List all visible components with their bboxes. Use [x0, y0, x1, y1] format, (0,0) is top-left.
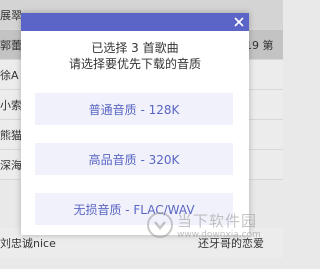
song-title: 刘忠诚nice [0, 237, 56, 250]
dialog-title-bar [21, 13, 249, 31]
song-title: 深海 [0, 158, 22, 172]
quality-128k-button[interactable]: 普通音质 - 128K [35, 93, 233, 125]
quality-320k-button[interactable]: 高品音质 - 320K [35, 143, 233, 175]
song-title: 展翠 [0, 8, 22, 22]
selected-count-text: 已选择 3 首歌曲 [91, 41, 179, 55]
choose-quality-text: 请选择要优先下载的音质 [68, 57, 201, 71]
song-title: 小索 [0, 98, 22, 112]
download-quality-dialog: 已选择 3 首歌曲 请选择要优先下载的音质 普通音质 - 128K 高品音质 -… [21, 13, 249, 235]
close-button[interactable] [232, 14, 246, 28]
song-album: 还牙哥的恋爱 [198, 237, 264, 250]
song-title: 徐A [0, 68, 19, 82]
close-icon [234, 17, 244, 27]
song-title: 郭蕾 [0, 38, 22, 52]
quality-lossless-button[interactable]: 无损音质 - FLAC/WAV [35, 193, 233, 225]
song-title: 熊猫 [0, 128, 22, 142]
